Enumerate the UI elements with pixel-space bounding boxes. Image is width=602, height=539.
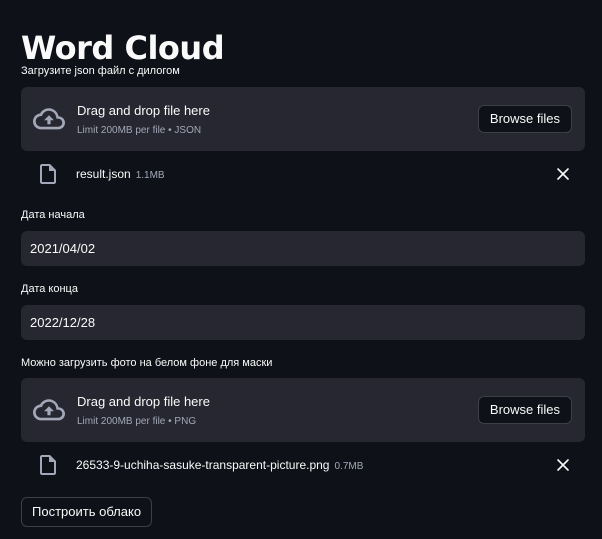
json-browse-button[interactable]: Browse files xyxy=(477,105,572,133)
file-icon xyxy=(40,164,56,184)
json-file-info: result.json 1.1MB xyxy=(76,167,165,181)
mask-browse-button[interactable]: Browse files xyxy=(477,396,572,424)
mask-file-size: 0.7MB xyxy=(334,461,364,472)
mask-file-info: 26533-9-uchiha-sasuke-transparent-pictur… xyxy=(76,458,363,472)
json-drop-text: Drag and drop file here xyxy=(77,103,210,118)
json-file-name: result.json xyxy=(76,167,131,181)
mask-file-name: 26533-9-uchiha-sasuke-transparent-pictur… xyxy=(76,458,330,472)
page-title: Word Cloud xyxy=(21,29,225,68)
json-uploaded-file: result.json 1.1MB xyxy=(21,160,585,188)
mask-uploaded-file: 26533-9-uchiha-sasuke-transparent-pictur… xyxy=(21,451,585,479)
start-date-input[interactable] xyxy=(21,231,585,266)
mask-dropzone[interactable]: Drag and drop file here Limit 200MB per … xyxy=(21,378,585,442)
json-dropzone[interactable]: Drag and drop file here Limit 200MB per … xyxy=(21,87,585,151)
json-limit-text: Limit 200MB per file • JSON xyxy=(77,125,202,136)
start-date-label: Дата начала xyxy=(21,209,85,221)
json-file-remove-icon[interactable] xyxy=(555,166,571,182)
mask-uploader-label: Можно загрузить фото на белом фоне для м… xyxy=(21,357,273,369)
cloud-upload-icon xyxy=(33,399,65,421)
json-file-size: 1.1MB xyxy=(135,170,165,181)
end-date-label: Дата конца xyxy=(21,283,78,295)
mask-limit-text: Limit 200MB per file • PNG xyxy=(77,416,197,427)
mask-drop-text: Drag and drop file here xyxy=(77,394,210,409)
mask-file-remove-icon[interactable] xyxy=(555,457,571,473)
end-date-input[interactable] xyxy=(21,305,585,340)
file-icon xyxy=(40,455,56,475)
build-cloud-button[interactable]: Построить облако xyxy=(21,497,153,527)
json-uploader-label: Загрузите json файл с дилогом xyxy=(21,65,180,77)
cloud-upload-icon xyxy=(33,108,65,130)
